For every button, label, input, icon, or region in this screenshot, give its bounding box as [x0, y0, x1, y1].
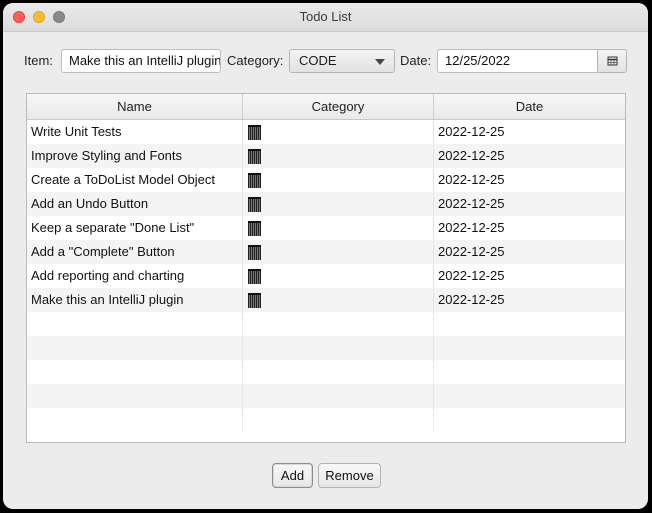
empty-cell — [27, 408, 243, 432]
category-image-icon — [248, 221, 261, 236]
todo-table[interactable]: Name Category Date Write Unit Tests 2022… — [26, 93, 626, 443]
category-image-icon — [248, 293, 261, 308]
name-cell: Improve Styling and Fonts — [27, 144, 243, 168]
date-label: Date: — [400, 53, 432, 68]
calendar-button[interactable] — [597, 49, 627, 73]
category-image-icon — [248, 269, 261, 284]
category-cell — [243, 264, 434, 288]
category-cell — [243, 216, 434, 240]
category-image-icon — [248, 149, 261, 164]
name-cell: Add an Undo Button — [27, 192, 243, 216]
category-cell — [243, 144, 434, 168]
date-cell: 2022-12-25 — [438, 124, 505, 139]
empty-cell — [243, 384, 434, 408]
date-cell: 2022-12-25 — [438, 220, 505, 235]
column-header-category[interactable]: Category — [243, 94, 434, 119]
item-input[interactable]: Make this an IntelliJ plugin — [61, 49, 221, 73]
empty-cell — [27, 312, 243, 336]
table-row[interactable]: Write Unit Tests 2022-12-25 — [27, 120, 625, 144]
date-cell: 2022-12-25 — [438, 292, 505, 307]
name-cell: Add reporting and charting — [27, 264, 243, 288]
table-row[interactable]: Create a ToDoList Model Object 2022-12-2… — [27, 168, 625, 192]
empty-cell — [434, 336, 625, 360]
name-cell: Make this an IntelliJ plugin — [27, 288, 243, 312]
todo-window: Todo List Item: Make this an IntelliJ pl… — [3, 3, 648, 509]
empty-cell — [243, 312, 434, 336]
category-image-icon — [248, 173, 261, 188]
empty-cell — [434, 312, 625, 336]
date-cell: 2022-12-25 — [438, 148, 505, 163]
table-row[interactable]: Keep a separate "Done List" 2022-12-25 — [27, 216, 625, 240]
category-cell — [243, 240, 434, 264]
empty-table-row — [27, 384, 625, 408]
empty-cell — [243, 360, 434, 384]
category-image-icon — [248, 245, 261, 260]
category-cell — [243, 288, 434, 312]
empty-cell — [27, 360, 243, 384]
table-body: Write Unit Tests 2022-12-25 Improve Styl… — [27, 120, 625, 432]
category-label: Category: — [227, 53, 284, 68]
column-header-date[interactable]: Date — [434, 94, 625, 119]
add-button[interactable]: Add — [272, 463, 313, 488]
category-image-icon — [248, 197, 261, 212]
empty-cell — [434, 408, 625, 432]
table-row[interactable]: Improve Styling and Fonts 2022-12-25 — [27, 144, 625, 168]
category-cell — [243, 168, 434, 192]
category-selected-value: CODE — [299, 53, 337, 68]
empty-cell — [434, 384, 625, 408]
date-cell: 2022-12-25 — [438, 172, 505, 187]
chevron-down-icon — [375, 59, 385, 65]
column-header-name[interactable]: Name — [27, 94, 243, 119]
empty-rows — [27, 312, 625, 432]
empty-cell — [243, 408, 434, 432]
table-row[interactable]: Add reporting and charting 2022-12-25 — [27, 264, 625, 288]
remove-button[interactable]: Remove — [318, 463, 381, 488]
calendar-icon — [607, 56, 618, 66]
name-cell: Create a ToDoList Model Object — [27, 168, 243, 192]
category-cell — [243, 120, 434, 144]
name-cell: Add a "Complete" Button — [27, 240, 243, 264]
empty-cell — [243, 336, 434, 360]
title-bar: Todo List — [3, 3, 648, 32]
date-cell: 2022-12-25 — [438, 196, 505, 211]
empty-table-row — [27, 312, 625, 336]
table-row[interactable]: Add an Undo Button 2022-12-25 — [27, 192, 625, 216]
empty-cell — [27, 384, 243, 408]
category-image-icon — [248, 125, 261, 140]
category-select[interactable]: CODE — [289, 49, 395, 73]
date-cell: 2022-12-25 — [438, 268, 505, 283]
category-cell — [243, 192, 434, 216]
table-header: Name Category Date — [27, 94, 625, 120]
empty-cell — [434, 360, 625, 384]
name-cell: Write Unit Tests — [27, 120, 243, 144]
empty-cell — [27, 336, 243, 360]
item-label: Item: — [24, 53, 53, 68]
table-row[interactable]: Add a "Complete" Button 2022-12-25 — [27, 240, 625, 264]
window-title: Todo List — [299, 9, 352, 24]
date-input[interactable]: 12/25/2022 — [437, 49, 598, 73]
table-row[interactable]: Make this an IntelliJ plugin 2022-12-25 — [27, 288, 625, 312]
empty-table-row — [27, 336, 625, 360]
name-cell: Keep a separate "Done List" — [27, 216, 243, 240]
date-cell: 2022-12-25 — [438, 244, 505, 259]
empty-table-row — [27, 408, 625, 432]
empty-table-row — [27, 360, 625, 384]
